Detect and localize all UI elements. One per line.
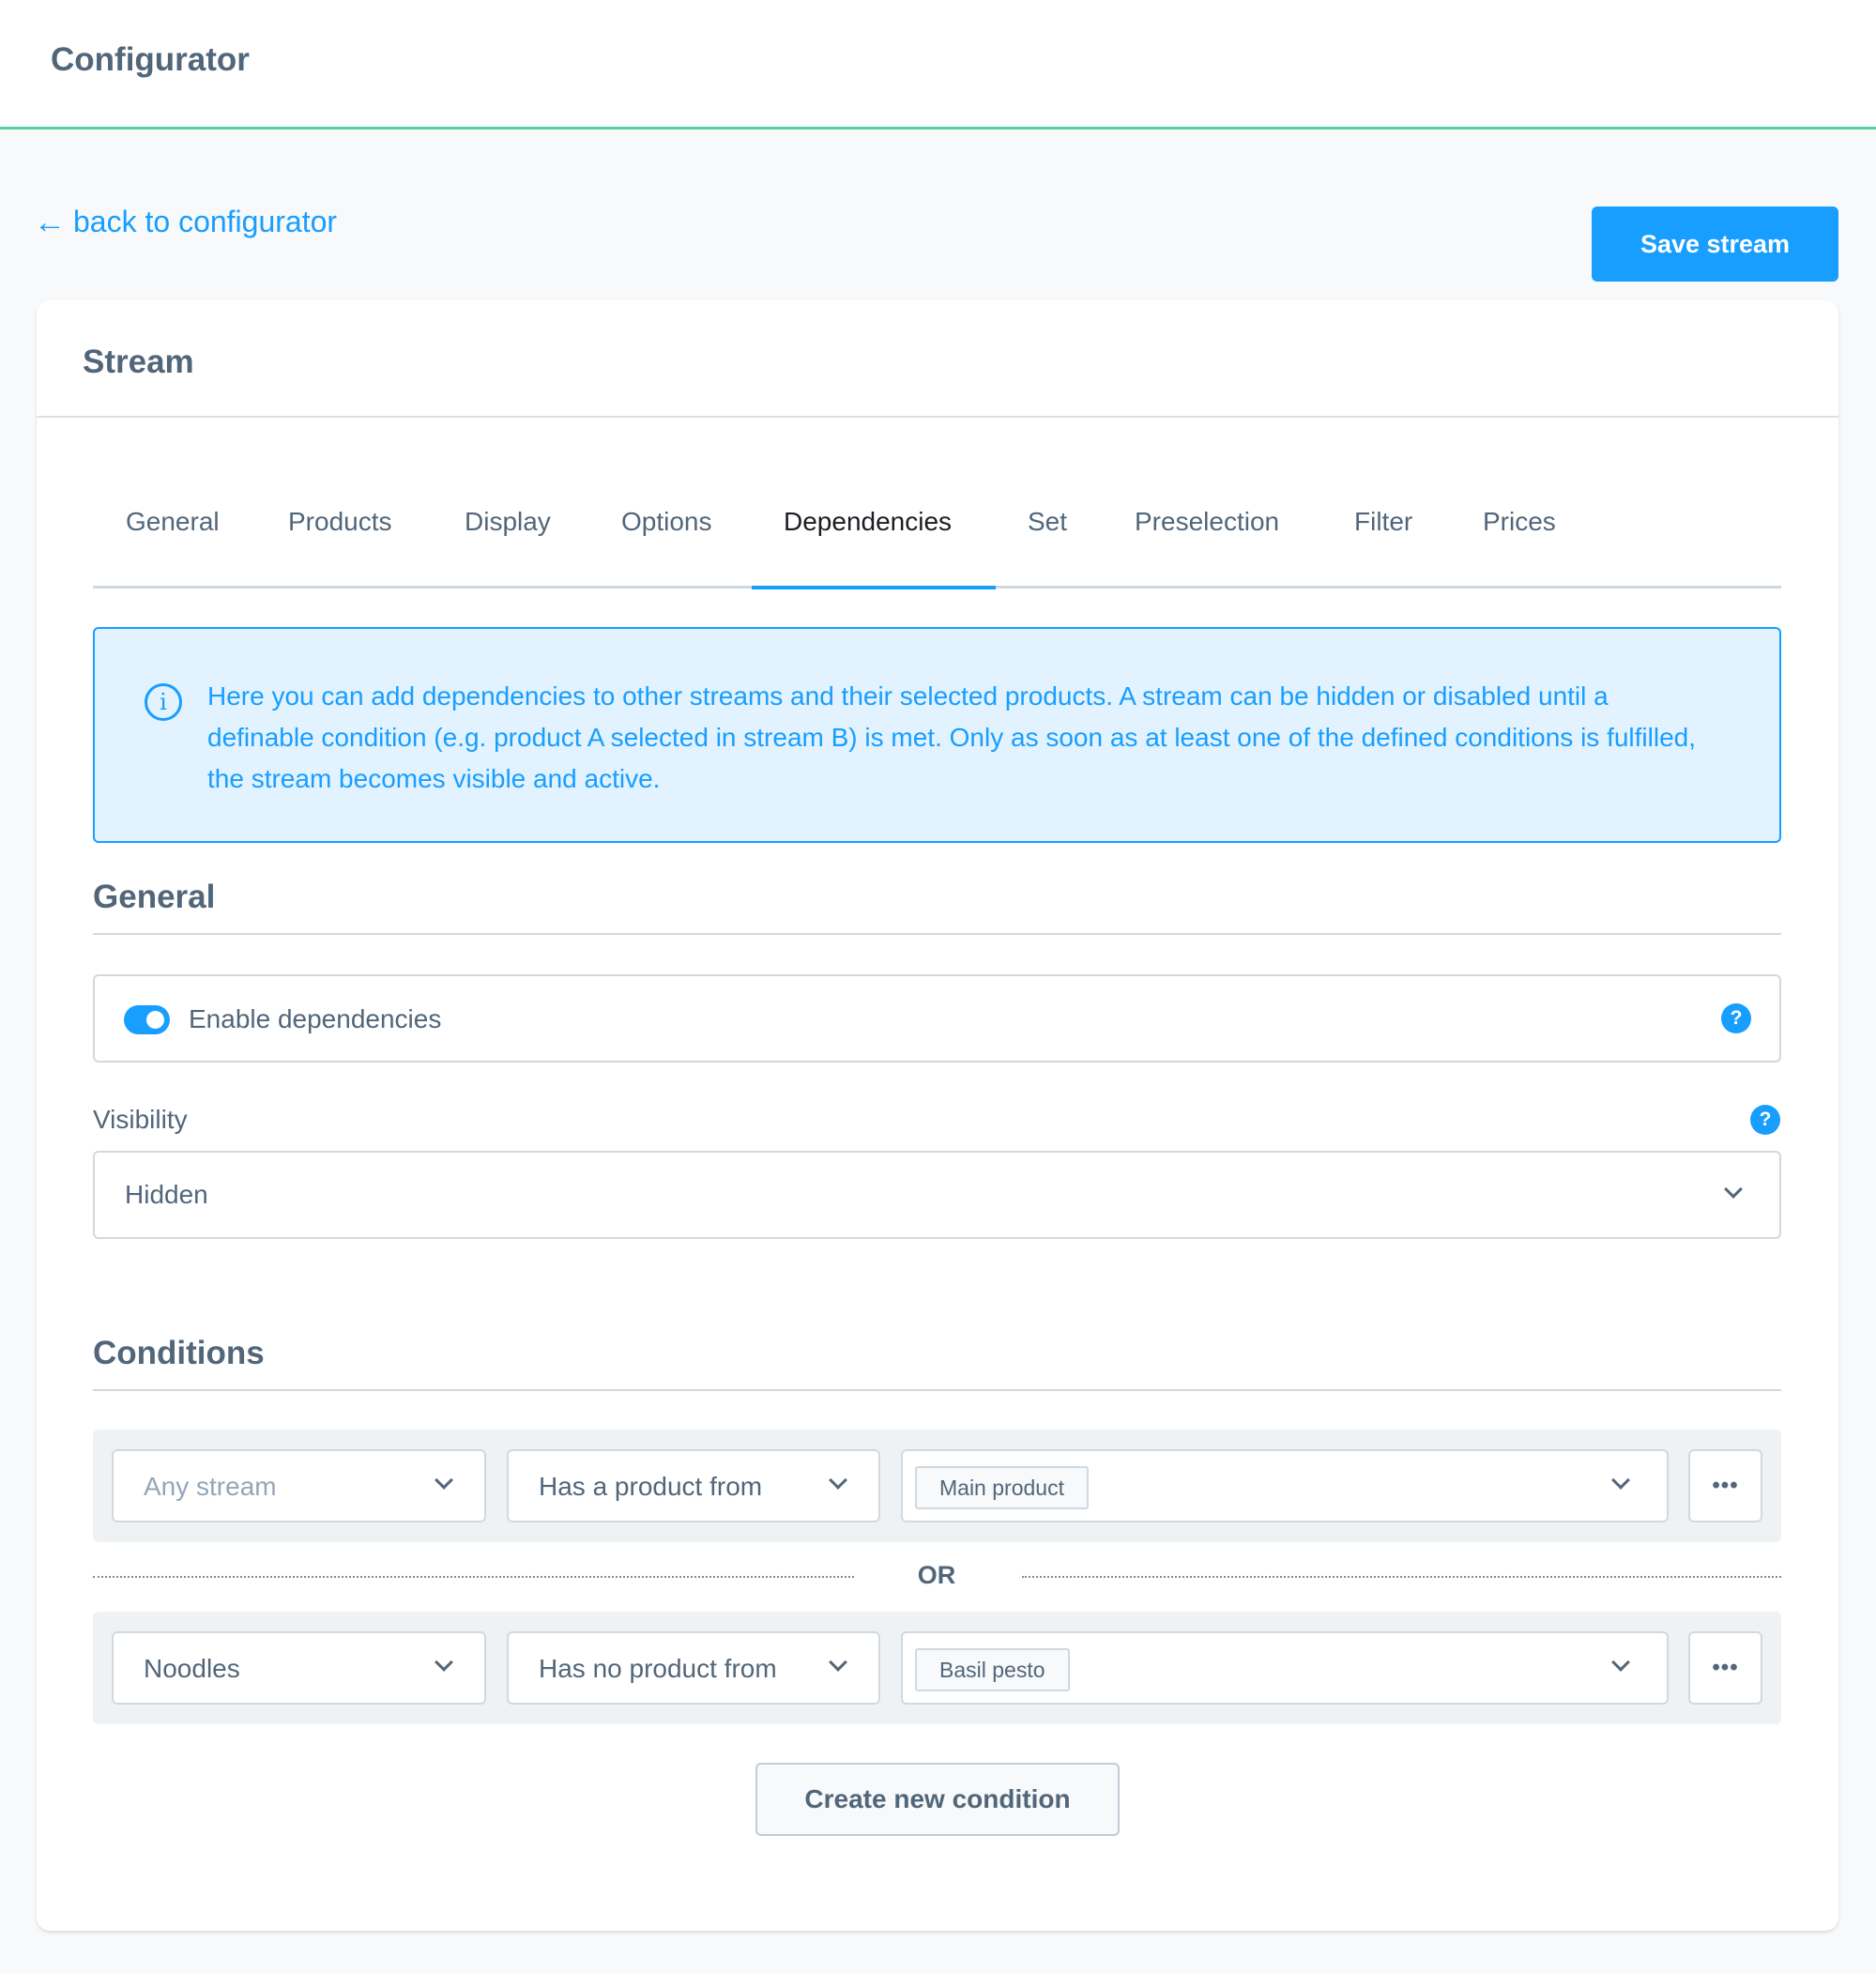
chevron-down-icon bbox=[1724, 1180, 1743, 1199]
conditions-divider bbox=[93, 1389, 1781, 1391]
visibility-select[interactable]: Hidden bbox=[93, 1151, 1781, 1239]
info-alert: i Here you can add dependencies to other… bbox=[93, 627, 1781, 843]
condition-stream-value: Noodles bbox=[144, 1654, 240, 1683]
save-stream-button[interactable]: Save stream bbox=[1592, 206, 1838, 282]
enable-dependencies-label: Enable dependencies bbox=[189, 1004, 442, 1033]
chevron-down-icon bbox=[435, 1653, 453, 1672]
condition-products-select[interactable]: Basil pesto bbox=[901, 1631, 1669, 1705]
condition-operator-value: Has no product from bbox=[539, 1654, 777, 1683]
condition-operator-select[interactable]: Has a product from bbox=[507, 1449, 880, 1522]
general-divider bbox=[93, 933, 1781, 935]
tab-preselection[interactable]: Preselection bbox=[1135, 507, 1279, 537]
tab-filter[interactable]: Filter bbox=[1354, 507, 1412, 537]
visibility-select-value: Hidden bbox=[125, 1180, 208, 1209]
stream-card: Stream General Products Display Options … bbox=[37, 300, 1838, 1931]
toggle-knob bbox=[146, 1011, 164, 1029]
condition-stream-select[interactable]: Noodles bbox=[112, 1631, 486, 1705]
condition-operator-select[interactable]: Has no product from bbox=[507, 1631, 880, 1705]
visibility-label: Visibility bbox=[93, 1105, 188, 1134]
conditions-heading: Conditions bbox=[93, 1335, 265, 1371]
chevron-down-icon bbox=[829, 1653, 847, 1672]
back-link-label: back to configurator bbox=[73, 205, 338, 238]
enable-dependencies-toggle[interactable] bbox=[124, 1005, 170, 1034]
or-separator-line-left bbox=[93, 1576, 854, 1578]
condition-more-button[interactable]: ••• bbox=[1688, 1449, 1762, 1522]
condition-row: Any stream Has a product from Main produ… bbox=[93, 1430, 1781, 1542]
enable-dependencies-field: Enable dependencies ? bbox=[93, 974, 1781, 1063]
app-title: Configurator bbox=[51, 41, 250, 78]
tab-prices[interactable]: Prices bbox=[1483, 507, 1556, 537]
product-tag[interactable]: Main product bbox=[915, 1466, 1089, 1509]
active-tab-indicator bbox=[752, 586, 996, 589]
condition-stream-select[interactable]: Any stream bbox=[112, 1449, 486, 1522]
tab-dependencies[interactable]: Dependencies bbox=[784, 507, 952, 537]
tab-display[interactable]: Display bbox=[465, 507, 551, 537]
arrow-left-icon: ← bbox=[34, 204, 66, 240]
general-heading: General bbox=[93, 879, 216, 915]
tab-products[interactable]: Products bbox=[288, 507, 392, 537]
condition-stream-value: Any stream bbox=[144, 1472, 277, 1501]
chevron-down-icon bbox=[1611, 1471, 1630, 1490]
create-new-condition-button[interactable]: Create new condition bbox=[755, 1763, 1120, 1836]
card-title: Stream bbox=[83, 344, 194, 380]
condition-more-button[interactable]: ••• bbox=[1688, 1631, 1762, 1705]
condition-products-select[interactable]: Main product bbox=[901, 1449, 1669, 1522]
info-text: Here you can add dependencies to other s… bbox=[207, 681, 1697, 793]
help-icon[interactable]: ? bbox=[1750, 1105, 1780, 1135]
chevron-down-icon bbox=[829, 1471, 847, 1490]
help-icon[interactable]: ? bbox=[1721, 1003, 1751, 1033]
top-header: Configurator bbox=[0, 0, 1876, 130]
tab-general[interactable]: General bbox=[126, 507, 220, 537]
card-header-divider bbox=[37, 416, 1838, 418]
info-icon: i bbox=[145, 683, 182, 721]
tab-bar: General Products Display Options Depende… bbox=[93, 488, 1781, 589]
chevron-down-icon bbox=[435, 1471, 453, 1490]
condition-operator-value: Has a product from bbox=[539, 1472, 763, 1501]
condition-row: Noodles Has no product from Basil pesto … bbox=[93, 1612, 1781, 1724]
or-separator-line-right bbox=[1022, 1576, 1781, 1578]
tab-options[interactable]: Options bbox=[621, 507, 712, 537]
chevron-down-icon bbox=[1611, 1653, 1630, 1672]
product-tag[interactable]: Basil pesto bbox=[915, 1648, 1070, 1691]
tab-set[interactable]: Set bbox=[1028, 507, 1067, 537]
back-to-configurator-link[interactable]: ← back to configurator bbox=[34, 205, 337, 239]
or-separator-label: OR bbox=[917, 1561, 956, 1589]
